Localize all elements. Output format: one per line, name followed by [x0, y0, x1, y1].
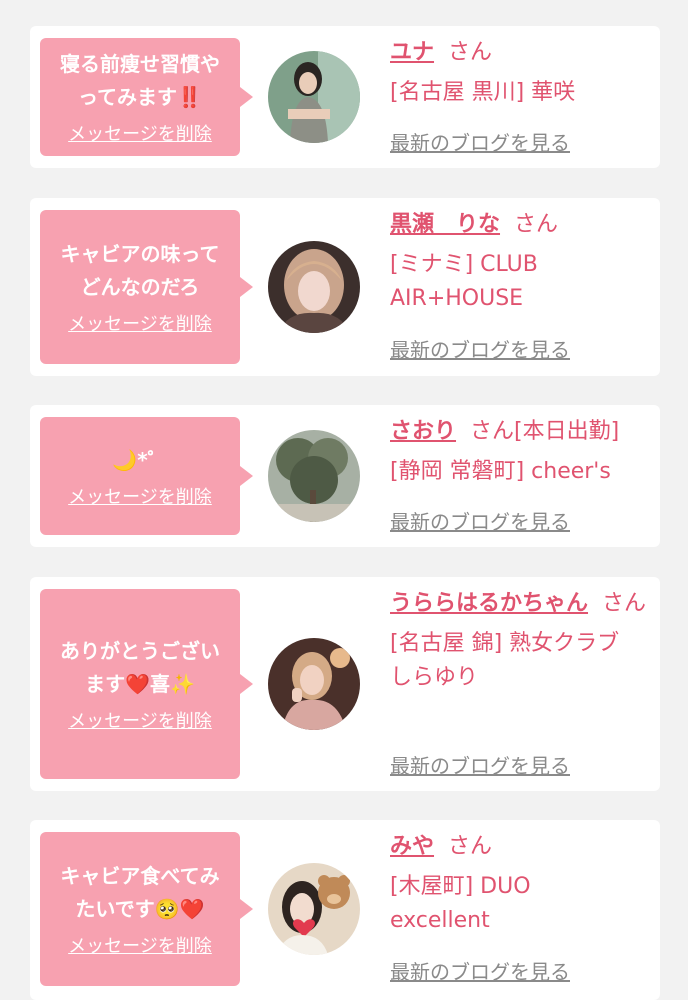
cast-info: 黒瀬 りな さん [ミナミ] CLUB AIR+HOUSE	[390, 208, 648, 316]
shop-name: [木屋町] DUO excellent	[390, 874, 531, 933]
message-card: 🌙*゜ メッセージを削除 さおり さん[本日出勤] [静岡 常磐町] cheer'…	[30, 405, 660, 547]
cast-info: ユナ さん [名古屋 黒川] 華咲	[390, 36, 648, 110]
shop-name: [静岡 常磐町] cheer's	[390, 459, 611, 484]
honorific: さん[本日出勤]	[470, 419, 620, 444]
latest-blog-link[interactable]: 最新のブログを見る	[390, 750, 570, 779]
cast-name-link[interactable]: さおり	[390, 419, 456, 444]
cast-info: さおり さん[本日出勤] [静岡 常磐町] cheer's	[390, 415, 648, 489]
message-text: ありがとうござい ます❤️喜✨	[60, 639, 220, 696]
latest-blog-link[interactable]: 最新のブログを見る	[390, 506, 570, 535]
shop-name: [ミナミ] CLUB AIR+HOUSE	[390, 252, 538, 311]
cast-name-link[interactable]: みや	[390, 834, 434, 859]
message-bubble: キャビア食べてみ たいです🥺❤️ メッセージを削除	[40, 832, 253, 986]
message-text: キャビアの味って どんなのだろ	[60, 242, 220, 299]
message-card: 寝る前痩せ習慣や ってみます‼️ メッセージを削除 ユナ さん [名古屋 黒川] …	[30, 26, 660, 168]
honorific: さん	[602, 591, 647, 616]
avatar[interactable]	[268, 430, 360, 522]
message-bubble: 🌙*゜ メッセージを削除	[40, 417, 253, 535]
latest-blog-link[interactable]: 最新のブログを見る	[390, 127, 570, 156]
shop-name: [名古屋 黒川] 華咲	[390, 80, 576, 105]
cast-name-link[interactable]: うららはるかちゃん	[390, 591, 588, 616]
avatar[interactable]	[268, 241, 360, 333]
message-bubble: 寝る前痩せ習慣や ってみます‼️ メッセージを削除	[40, 38, 253, 156]
honorific: さん	[448, 40, 493, 65]
honorific: さん	[448, 834, 493, 859]
cast-name-link[interactable]: ユナ	[390, 40, 434, 65]
message-bubble: ありがとうござい ます❤️喜✨ メッセージを削除	[40, 589, 253, 779]
shop-name: [名古屋 錦] 熟女クラブ しらゆり	[390, 631, 620, 690]
delete-message-link[interactable]: メッセージを削除	[68, 932, 212, 958]
delete-message-link[interactable]: メッセージを削除	[68, 707, 212, 733]
message-card: キャビアの味って どんなのだろ メッセージを削除 黒瀬 りな さん [ミナミ] C…	[30, 198, 660, 376]
message-text: 寝る前痩せ習慣や ってみます‼️	[60, 52, 220, 109]
avatar[interactable]	[268, 51, 360, 143]
avatar[interactable]	[268, 863, 360, 955]
message-text: 🌙*゜	[112, 447, 168, 472]
cast-info: うららはるかちゃん さん [名古屋 錦] 熟女クラブ しらゆり	[390, 587, 648, 695]
cast-info: みや さん [木屋町] DUO excellent	[390, 830, 648, 938]
avatar[interactable]	[268, 638, 360, 730]
message-text: キャビア食べてみ たいです🥺❤️	[60, 864, 220, 921]
latest-blog-link[interactable]: 最新のブログを見る	[390, 334, 570, 363]
message-bubble: キャビアの味って どんなのだろ メッセージを削除	[40, 210, 253, 364]
latest-blog-link[interactable]: 最新のブログを見る	[390, 956, 570, 985]
message-list: 寝る前痩せ習慣や ってみます‼️ メッセージを削除 ユナ さん [名古屋 黒川] …	[0, 0, 688, 1000]
message-card: キャビア食べてみ たいです🥺❤️ メッセージを削除 みや さん [木屋町] DUO…	[30, 820, 660, 1000]
delete-message-link[interactable]: メッセージを削除	[68, 483, 212, 509]
message-card: ありがとうござい ます❤️喜✨ メッセージを削除 うららはるかちゃん さん [名古…	[30, 577, 660, 791]
delete-message-link[interactable]: メッセージを削除	[68, 310, 212, 336]
honorific: さん	[514, 212, 559, 237]
cast-name-link[interactable]: 黒瀬 りな	[390, 212, 500, 237]
delete-message-link[interactable]: メッセージを削除	[68, 120, 212, 146]
